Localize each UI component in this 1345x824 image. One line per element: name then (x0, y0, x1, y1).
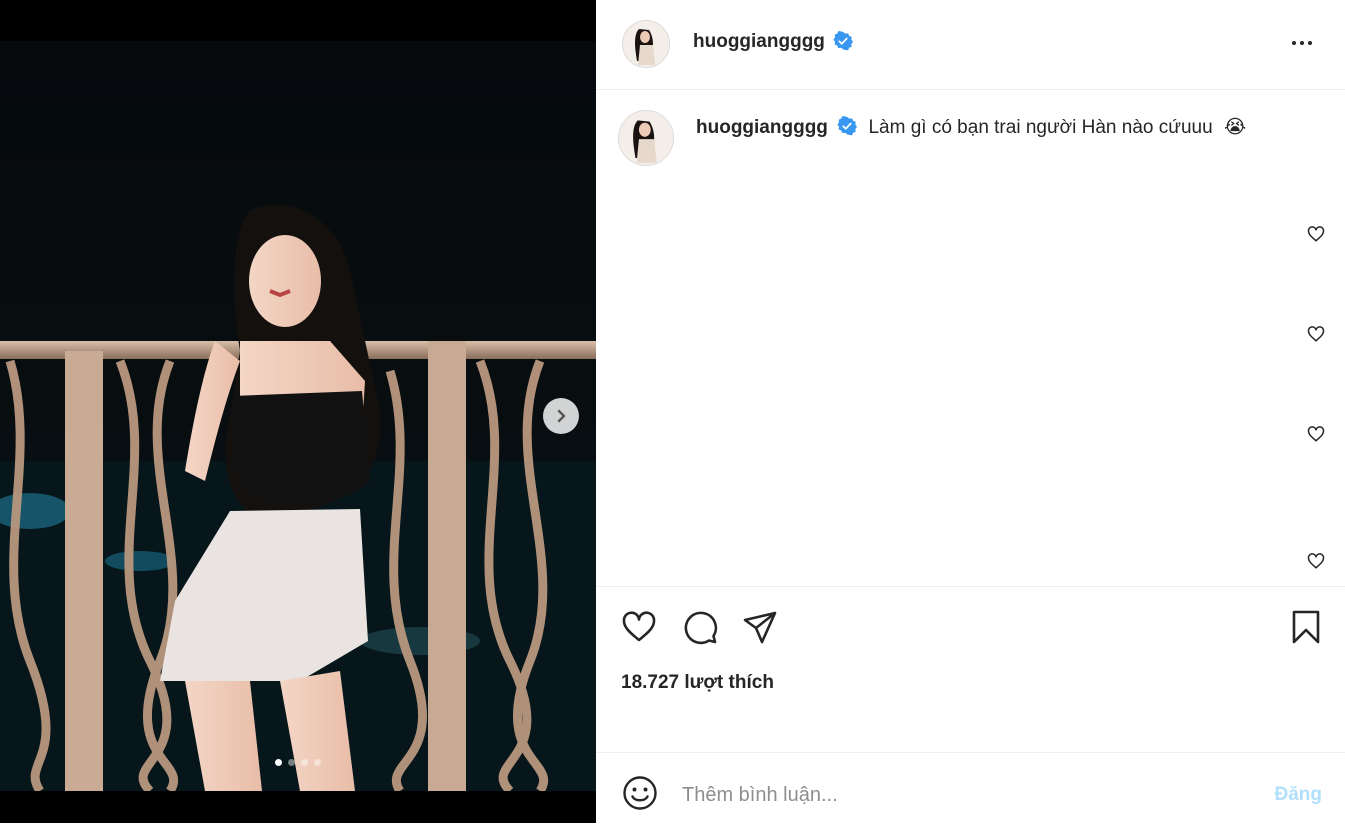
caption-author-avatar[interactable] (618, 110, 674, 166)
emoji-icon[interactable] (622, 775, 658, 811)
add-comment-bar: Đăng (596, 752, 1345, 824)
more-options-button[interactable] (1287, 30, 1317, 56)
caption-username[interactable]: huoggiangggg (696, 117, 828, 138)
verified-badge-icon (837, 116, 858, 136)
avatar-image (619, 111, 673, 165)
more-options-icon-dot (1300, 41, 1304, 45)
verified-badge-icon (833, 30, 854, 51)
more-options-icon-dot (1308, 41, 1312, 45)
comment-icon[interactable] (682, 609, 718, 645)
carousel-next-button[interactable] (543, 398, 579, 434)
author-username[interactable]: huoggiangggg (693, 31, 825, 52)
post-photo[interactable] (0, 41, 596, 791)
carousel-dot-3 (301, 759, 308, 766)
post-action-bar (596, 586, 1345, 667)
post-side-panel: huoggiangggg huoggiangggg Làm gì có bạn … (596, 0, 1345, 823)
carousel-dot-4 (314, 759, 321, 766)
heart-icon[interactable] (621, 609, 657, 645)
post-media (0, 0, 596, 823)
comment-like-heart-icon[interactable] (1307, 425, 1325, 443)
avatar-image (623, 21, 669, 67)
comment-input[interactable] (680, 778, 1244, 812)
comment-like-heart-icon[interactable] (1307, 225, 1325, 243)
more-options-icon (1292, 41, 1296, 45)
carousel-dot-2 (288, 759, 295, 766)
post-caption: huoggiangggg Làm gì có bạn trai người Hà… (696, 116, 1246, 139)
crying-face-emoji: 😭 (1223, 117, 1247, 138)
comment-like-heart-icon[interactable] (1307, 325, 1325, 343)
share-icon[interactable] (742, 609, 778, 645)
header-user: huoggiangggg (693, 30, 854, 53)
post-header: huoggiangggg (596, 0, 1345, 90)
likes-count[interactable]: 18.727 lượt thích (621, 672, 774, 694)
chevron-right-icon (557, 409, 566, 423)
caption-text: Làm gì có bạn trai người Hàn nào cứuuu (868, 117, 1213, 138)
carousel-indicator (0, 759, 596, 766)
carousel-dot-1 (275, 759, 282, 766)
post-comment-button[interactable]: Đăng (1275, 784, 1323, 806)
bookmark-icon[interactable] (1288, 609, 1324, 645)
comment-like-heart-icon[interactable] (1307, 552, 1325, 570)
author-avatar[interactable] (622, 20, 670, 68)
